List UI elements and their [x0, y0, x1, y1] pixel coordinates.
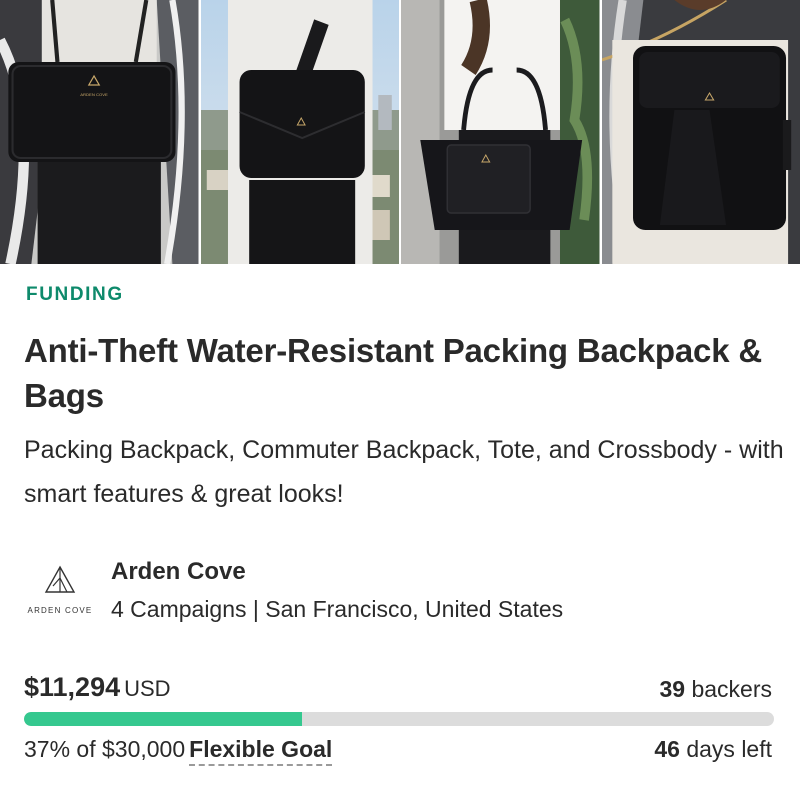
days-number: 46: [654, 736, 680, 762]
backers-count: 39 backers: [659, 676, 772, 703]
funds-raised: $11,294 USD: [24, 672, 171, 703]
campaign-title[interactable]: Anti-Theft Water-Resistant Packing Backp…: [24, 328, 764, 418]
flexible-goal-tooltip-trigger[interactable]: Flexible Goal: [189, 736, 333, 766]
photo-packing-backpack[interactable]: [601, 0, 800, 264]
funds-currency: USD: [124, 676, 171, 701]
gallery-brand-label: ARDEN COVE: [80, 92, 108, 97]
photo-crossbody-bag[interactable]: ARDEN COVE: [0, 0, 199, 264]
campaign-gallery[interactable]: ARDEN COVE: [0, 0, 800, 264]
funding-progress-fill: [24, 712, 302, 726]
days-label: days left: [686, 736, 772, 762]
owner-avatar[interactable]: ARDEN COVE: [24, 564, 96, 624]
goal-percent-text: 37% of $30,000: [24, 736, 186, 762]
arden-cove-logo-icon: [44, 565, 76, 593]
funding-progress-bar: [24, 712, 774, 726]
owner-logo-text: ARDEN COVE: [27, 606, 93, 615]
funds-raised-amount: $11,294: [24, 672, 121, 702]
campaign-subtitle: Packing Backpack, Commuter Backpack, Tot…: [24, 436, 784, 508]
days-left: 46 days left: [654, 736, 772, 763]
funding-goal: 37% of $30,000 Flexible Goal: [24, 736, 333, 766]
backers-label: backers: [691, 676, 772, 702]
backers-number: 39: [659, 676, 686, 702]
owner-name-link[interactable]: Arden Cove: [111, 558, 246, 586]
owner-meta: 4 Campaigns | San Francisco, United Stat…: [111, 596, 564, 622]
photo-commuter-backpack[interactable]: [200, 0, 399, 264]
campaign-owner[interactable]: ARDEN COVE Arden Cove 4 Campaigns | San …: [24, 556, 784, 636]
photo-tote-bag[interactable]: [401, 0, 600, 264]
campaign-status-badge: FUNDING: [26, 284, 124, 305]
